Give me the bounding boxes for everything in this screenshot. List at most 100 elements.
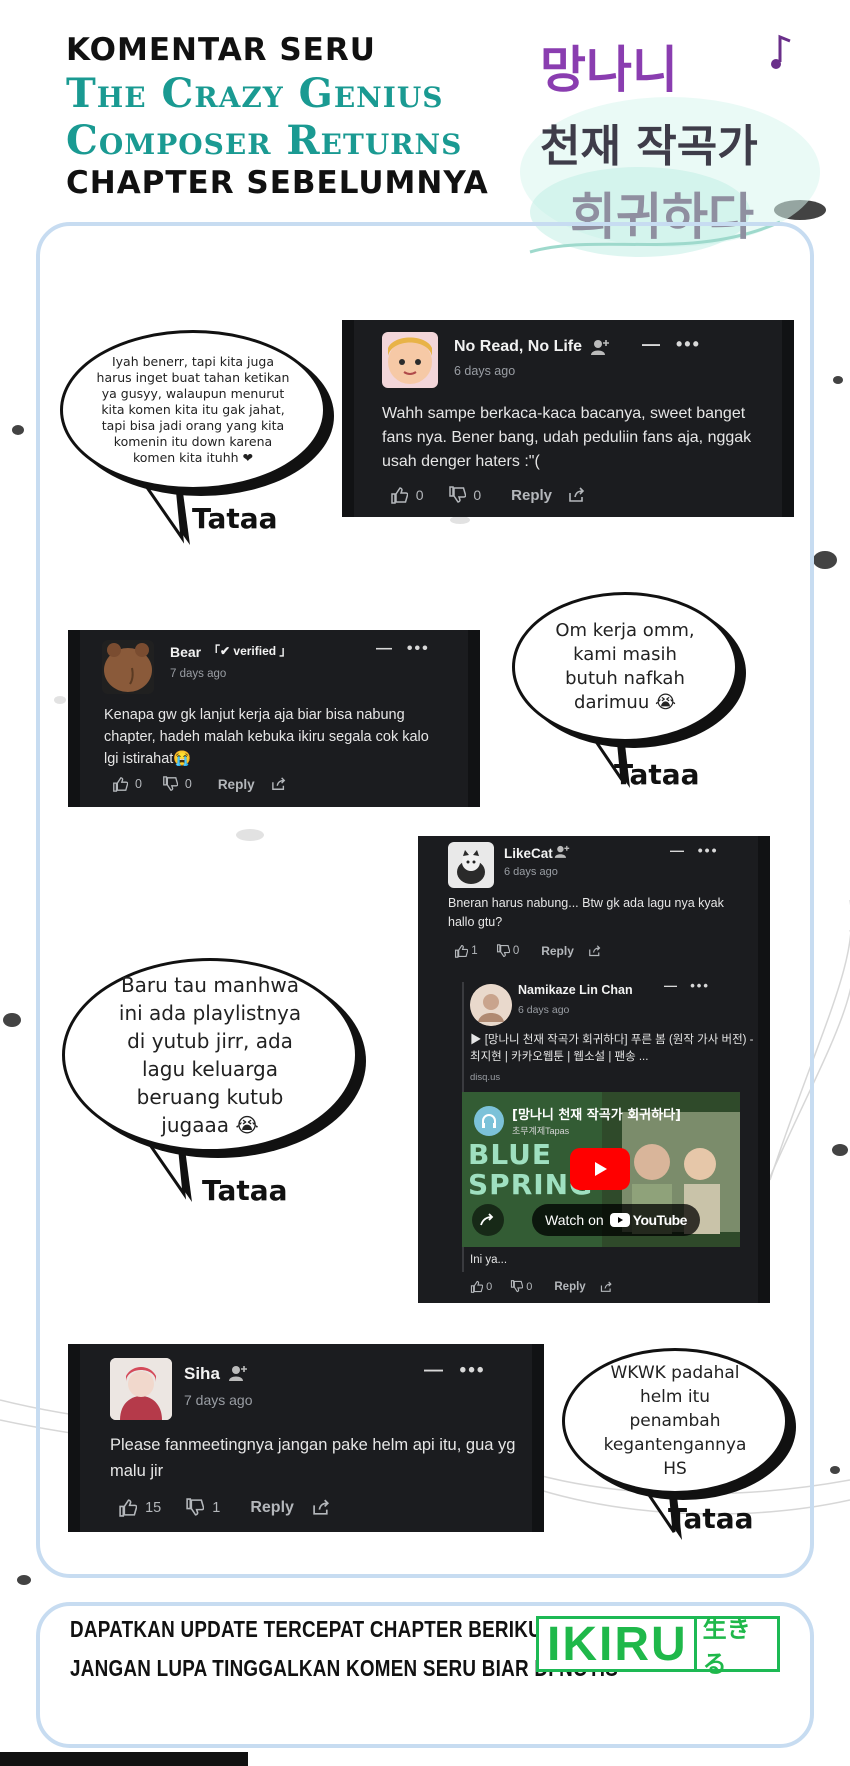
- upvote-button[interactable]: 1: [454, 944, 478, 958]
- share-button[interactable]: [312, 1499, 331, 1516]
- comment-author[interactable]: LikeCat: [504, 846, 553, 861]
- reply-avatar[interactable]: [470, 984, 512, 1026]
- thumbs-up-icon: [454, 944, 468, 958]
- downvote-count: 0: [526, 1280, 533, 1293]
- avatar-image: [104, 643, 152, 692]
- share-icon: [271, 777, 285, 790]
- share-button[interactable]: [568, 487, 586, 503]
- bottom-bar: [0, 1752, 248, 1766]
- reply-menu-icon[interactable]: — •••: [664, 978, 710, 993]
- upvote-count: 15: [145, 1499, 162, 1516]
- channel-icon[interactable]: [474, 1106, 504, 1136]
- upvote-button[interactable]: 15: [118, 1498, 161, 1517]
- share-button[interactable]: [271, 777, 287, 791]
- thumbs-up-icon: [470, 1280, 483, 1293]
- bubble-text: WKWK padahal helm itu penambah keganteng…: [562, 1348, 788, 1494]
- follow-user-icon[interactable]: [554, 844, 570, 859]
- reply-author[interactable]: Namikaze Lin Chan: [518, 983, 633, 997]
- avatar-image: [457, 850, 485, 884]
- bubble-text: Baru tau manhwa ini ada playlistnya di y…: [62, 958, 358, 1152]
- watch-on-youtube-button[interactable]: Watch on YouTube: [532, 1204, 700, 1236]
- share-video-button[interactable]: [472, 1204, 504, 1236]
- youtube-embed[interactable]: BLUE SPRING [망나니 천재 작곡가 회귀하다] 초무계제Tapas …: [462, 1092, 740, 1247]
- ikiru-brand-logo[interactable]: IKIRU 生きる: [536, 1615, 780, 1678]
- avatar-image: [110, 1358, 172, 1420]
- youtube-logo-icon: [609, 1213, 630, 1227]
- downvote-button[interactable]: 0: [510, 1280, 532, 1293]
- footer-line1: DAPATKAN UPDATE TERCEPAT CHAPTER BERIKUT…: [70, 1616, 617, 1642]
- follow-user-icon[interactable]: [228, 1364, 248, 1382]
- reply-button[interactable]: Reply: [554, 1281, 585, 1293]
- header-title-line3: Composer Returns: [66, 117, 463, 164]
- panel-edge: [782, 320, 794, 517]
- comment-menu-icon[interactable]: — •••: [376, 640, 430, 658]
- reply-button[interactable]: Reply: [218, 777, 255, 792]
- comment-time[interactable]: 7 days ago: [184, 1392, 253, 1408]
- panel-edge: [532, 1344, 544, 1532]
- comment-menu-icon[interactable]: — •••: [424, 1360, 486, 1382]
- comment-card-2: Bear 「✔ verified 」 7 days ago — ••• Kena…: [68, 630, 480, 807]
- video-title[interactable]: [망나니 천재 작곡가 회귀하다]: [512, 1104, 681, 1123]
- upvote-count: 0: [134, 777, 142, 791]
- upvote-button[interactable]: 0: [112, 776, 142, 792]
- downvote-button[interactable]: 1: [185, 1498, 220, 1517]
- panel-edge: [68, 630, 80, 807]
- downvote-count: 0: [512, 945, 520, 957]
- header-title-line4: CHAPTER SEBELUMNYA: [66, 165, 489, 201]
- panel-edge: [68, 1344, 80, 1532]
- comment-author[interactable]: Bear: [170, 644, 201, 660]
- reply-link-text[interactable]: ▶ [망나니 천재 작곡가 회귀하다] 푸른 봄 (원작 가사 버전) - 최지…: [462, 1032, 754, 1066]
- brand-subtitle: 生きる: [693, 1615, 777, 1678]
- comment-actions: 1 0 Reply: [454, 944, 602, 958]
- share-button[interactable]: [600, 1281, 613, 1293]
- reply-actions: 0 0 Reply: [470, 1280, 613, 1293]
- watch-on-label: Watch on: [545, 1212, 604, 1228]
- bubble-text: Iyah benerr, tapi kita juga harus inget …: [60, 330, 326, 490]
- comment-author[interactable]: No Read, No Life: [454, 338, 582, 356]
- thumbs-down-icon: [496, 944, 510, 958]
- reply-button[interactable]: Reply: [511, 487, 552, 504]
- follow-user-icon[interactable]: [590, 338, 610, 356]
- avatar[interactable]: [110, 1358, 172, 1420]
- downvote-count: 0: [184, 777, 192, 791]
- reply-button[interactable]: Reply: [541, 944, 574, 958]
- comment-menu-icon[interactable]: — •••: [670, 842, 718, 858]
- comment-card-4: Siha 7 days ago — ••• Please fanmeetingn…: [68, 1344, 544, 1532]
- avatar[interactable]: [382, 332, 438, 388]
- share-icon: [313, 1499, 329, 1515]
- panel-edge: [468, 630, 480, 807]
- speech-bubble-2: Om kerja omm, kami masih butuh nafkah da…: [512, 592, 746, 788]
- downvote-button[interactable]: 0: [496, 944, 520, 958]
- downvote-button[interactable]: 0: [162, 776, 192, 792]
- upvote-button[interactable]: 0: [470, 1280, 492, 1293]
- avatar-image: [388, 337, 432, 384]
- avatar[interactable]: [102, 640, 154, 694]
- reply-time[interactable]: 6 days ago: [518, 1004, 569, 1016]
- comment-time[interactable]: 7 days ago: [170, 668, 226, 680]
- reply-button[interactable]: Reply: [250, 1499, 294, 1517]
- brand-name: IKIRU: [547, 1617, 688, 1671]
- comment-card-1: No Read, No Life 6 days ago — ••• Wahh s…: [342, 320, 794, 517]
- signature-2: Tataa: [614, 758, 700, 791]
- comment-menu-icon[interactable]: — •••: [642, 334, 701, 355]
- header-title-line1: KOMENTAR SERU: [66, 32, 376, 68]
- thumbs-down-icon: [163, 776, 178, 791]
- speech-bubble-1: Iyah benerr, tapi kita juga harus inget …: [60, 330, 334, 545]
- youtube-play-button[interactable]: [570, 1148, 630, 1190]
- comment-text: Wahh sampe berkaca-kaca bacanya, sweet b…: [382, 405, 752, 470]
- downvote-button[interactable]: 0: [448, 486, 481, 504]
- comment-time[interactable]: 6 days ago: [504, 866, 558, 878]
- share-button[interactable]: [588, 945, 602, 957]
- share-icon: [600, 1281, 612, 1292]
- avatar[interactable]: [448, 842, 494, 888]
- youtube-label: YouTube: [632, 1212, 688, 1228]
- comment-time[interactable]: 6 days ago: [454, 364, 515, 378]
- upvote-count: 0: [415, 487, 424, 503]
- upvote-button[interactable]: 0: [390, 486, 424, 504]
- avatar-image: [470, 984, 512, 1026]
- panel-edge: [758, 836, 770, 1303]
- signature-4: Tataa: [668, 1502, 754, 1535]
- reply-link-domain: disq.us: [470, 1072, 501, 1083]
- comment-author[interactable]: Siha: [184, 1364, 220, 1384]
- video-channel[interactable]: 초무계제Tapas: [512, 1124, 569, 1137]
